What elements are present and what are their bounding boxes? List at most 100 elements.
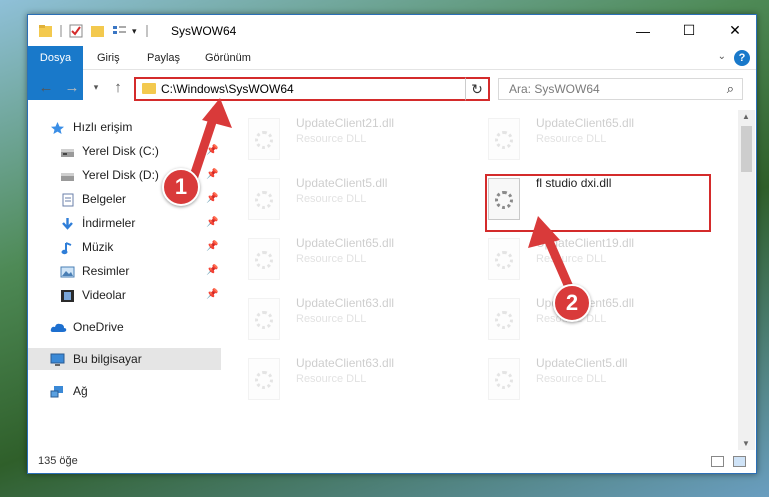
pin-icon: 📌 <box>206 241 219 252</box>
file-item[interactable]: UpdateClient5.dll Resource DLL <box>468 354 698 408</box>
up-arrow-icon[interactable]: ↑ <box>108 79 128 96</box>
file-type: Resource DLL <box>296 313 367 325</box>
sidebar-item-label: Belgeler <box>82 192 127 206</box>
item-count: 135 öğe <box>38 455 78 467</box>
drive-icon <box>60 168 75 182</box>
details-view-icon[interactable] <box>711 456 724 467</box>
pin-icon: 📌 <box>206 145 219 156</box>
music-icon <box>60 240 75 255</box>
back-arrow-icon[interactable]: ← <box>36 79 56 96</box>
dll-file-icon <box>248 298 280 340</box>
title-bar: ▾ SysWOW64 — ☐ ✕ <box>28 15 756 46</box>
file-type: Resource DLL <box>536 253 607 265</box>
new-folder-icon[interactable] <box>90 23 106 39</box>
navigation-bar: ← → ▾ ↑ C:\Windows\SysWOW64 ⌄ ↻ Ara: Sys… <box>28 73 756 105</box>
scroll-up-icon[interactable]: ▲ <box>742 112 750 121</box>
sidebar-item-label: Resimler <box>82 264 130 278</box>
pin-icon: 📌 <box>206 169 219 180</box>
file-item[interactable]: UpdateClient65.dll Resource DLL <box>468 114 698 168</box>
file-explorer-window: ▾ SysWOW64 — ☐ ✕ Dosya Giriş Paylaş Görü… <box>27 14 757 474</box>
file-list: UpdateClient21.dll Resource DLL UpdateCl… <box>228 110 738 450</box>
scrollbar-thumb[interactable] <box>741 126 752 172</box>
ribbon-tabs: Dosya Giriş Paylaş Görünüm ⌄ ? <box>28 46 756 100</box>
pin-icon: 📌 <box>206 217 219 228</box>
sidebar-item-onedrive[interactable]: OneDrive <box>28 316 221 338</box>
vertical-scrollbar[interactable]: ▲ ▼ <box>738 110 755 450</box>
sidebar-item-local-disk-c[interactable]: Yerel Disk (C:) 📌 <box>28 140 221 162</box>
file-item[interactable]: UpdateClient63.dll Resource DLL <box>228 354 458 408</box>
maximize-button[interactable]: ☐ <box>666 15 712 46</box>
annotation-badge-1: 1 <box>162 168 200 206</box>
scroll-down-icon[interactable]: ▼ <box>742 439 750 448</box>
sidebar-item-label: Müzik <box>82 240 114 254</box>
highlight-box <box>485 174 711 232</box>
search-input[interactable]: Ara: SysWOW64 ⌕ <box>498 78 743 100</box>
file-type: Resource DLL <box>296 373 367 385</box>
search-placeholder: Ara: SysWOW64 <box>509 82 600 96</box>
tab-share[interactable]: Paylaş <box>138 46 189 70</box>
sidebar-item-quick-access[interactable]: Hızlı erişim <box>28 116 221 138</box>
file-type: Resource DLL <box>536 373 607 385</box>
separator <box>144 23 150 39</box>
sidebar-item-label: Bu bilgisayar <box>73 352 142 366</box>
refresh-button[interactable]: ↻ <box>465 77 490 101</box>
file-name: UpdateClient65.dll <box>296 236 395 250</box>
sidebar-item-this-pc[interactable]: Bu bilgisayar <box>28 348 221 370</box>
sidebar-item-videos[interactable]: Videolar 📌 <box>28 284 221 306</box>
file-type: Resource DLL <box>296 133 367 145</box>
file-name: UpdateClient5.dll <box>536 356 628 370</box>
sidebar-item-label: Yerel Disk (D:) <box>82 168 159 182</box>
file-item[interactable]: UpdateClient63.dll Resource DLL <box>228 294 458 348</box>
address-path: C:\Windows\SysWOW64 <box>161 82 294 96</box>
properties-icon[interactable] <box>68 23 84 39</box>
dll-file-icon <box>248 118 280 160</box>
file-name: UpdateClient65.dll <box>536 116 635 130</box>
tab-view[interactable]: Görünüm <box>196 46 260 70</box>
recent-locations-chevron-icon[interactable]: ▾ <box>86 82 106 93</box>
sidebar-item-label: Ağ <box>73 384 88 398</box>
forward-arrow-icon[interactable]: → <box>62 79 82 96</box>
sidebar-item-label: Hızlı erişim <box>73 120 133 134</box>
navigation-pane: Hızlı erişim Yerel Disk (C:) 📌 Yerel Dis… <box>28 110 221 450</box>
file-name: UpdateClient5.dll <box>296 176 388 190</box>
close-button[interactable]: ✕ <box>712 15 758 46</box>
sidebar-item-label: OneDrive <box>73 320 124 334</box>
file-item[interactable]: UpdateClient21.dll Resource DLL <box>228 114 458 168</box>
file-name: UpdateClient21.dll <box>296 116 395 130</box>
sidebar-item-label: Videolar <box>82 288 126 302</box>
file-type: Resource DLL <box>296 253 367 265</box>
search-icon: ⌕ <box>726 81 734 96</box>
view-options-icon[interactable] <box>112 23 128 39</box>
dll-file-icon <box>488 238 520 280</box>
download-icon <box>60 216 75 230</box>
sidebar-item-music[interactable]: Müzik 📌 <box>28 236 221 258</box>
file-item[interactable]: UpdateClient65.dll Resource DLL <box>228 234 458 288</box>
window-title: SysWOW64 <box>171 24 237 38</box>
dll-file-icon <box>488 298 520 340</box>
tab-home[interactable]: Giriş <box>88 46 129 70</box>
help-icon[interactable]: ? <box>734 50 750 66</box>
sidebar-item-label: Yerel Disk (C:) <box>82 144 159 158</box>
address-bar[interactable]: C:\Windows\SysWOW64 ⌄ <box>134 77 486 101</box>
minimize-button[interactable]: — <box>620 15 666 46</box>
drive-icon <box>60 144 75 158</box>
file-name: UpdateClient63.dll <box>296 356 395 370</box>
large-icons-view-icon[interactable] <box>733 456 746 467</box>
documents-icon <box>60 192 75 207</box>
file-name: UpdateClient63.dll <box>296 296 395 310</box>
star-icon <box>50 120 65 134</box>
sidebar-item-downloads[interactable]: İndirmeler 📌 <box>28 212 221 234</box>
sidebar-item-pictures[interactable]: Resimler 📌 <box>28 260 221 282</box>
annotation-badge-2: 2 <box>553 284 591 322</box>
sidebar-item-network[interactable]: Ağ <box>28 380 221 402</box>
expand-ribbon-chevron-icon[interactable]: ⌄ <box>718 51 726 62</box>
dll-file-icon <box>248 178 280 220</box>
file-item[interactable]: UpdateClient19.dll Resource DLL <box>468 234 698 288</box>
pictures-icon <box>60 264 75 278</box>
file-name: UpdateClient19.dll <box>536 236 635 250</box>
dll-file-icon <box>488 358 520 400</box>
separator <box>58 23 64 39</box>
cloud-icon <box>50 320 67 334</box>
dll-file-icon <box>488 118 520 160</box>
file-item[interactable]: UpdateClient5.dll Resource DLL <box>228 174 458 228</box>
